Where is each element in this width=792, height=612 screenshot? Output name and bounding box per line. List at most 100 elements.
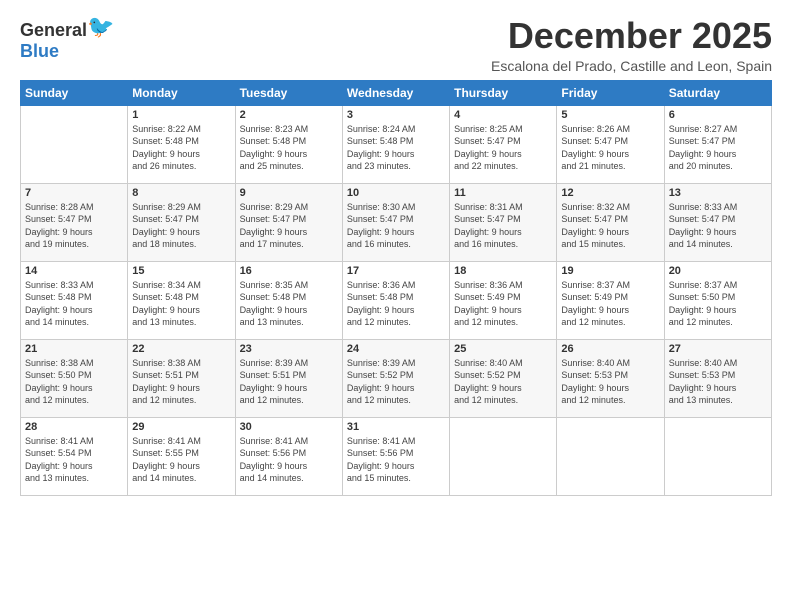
day-info: Sunrise: 8:41 AM Sunset: 5:56 PM Dayligh… (240, 435, 338, 485)
day-number: 28 (25, 421, 123, 433)
day-info: Sunrise: 8:33 AM Sunset: 5:47 PM Dayligh… (669, 201, 767, 251)
day-info: Sunrise: 8:39 AM Sunset: 5:51 PM Dayligh… (240, 357, 338, 407)
day-info: Sunrise: 8:24 AM Sunset: 5:48 PM Dayligh… (347, 123, 445, 173)
table-row: 12Sunrise: 8:32 AM Sunset: 5:47 PM Dayli… (557, 183, 664, 261)
table-row: 14 Sunrise: 8:33 AM Sunset: 5:48 PM Dayli… (21, 261, 128, 339)
table-row: 3 Sunrise: 8:24 AM Sunset: 5:48 PM Daylig… (342, 105, 449, 183)
day-info: Sunrise: 8:26 AM Sunset: 5:47 PM Dayligh… (561, 123, 659, 173)
day-info: Sunrise: 8:34 AM Sunset: 5:48 PM Dayligh… (132, 279, 230, 329)
table-row: 10 Sunrise: 8:30 AM Sunset: 5:47 PM Dayli… (342, 183, 449, 261)
day-number: 30 (240, 421, 338, 433)
day-number: 5 (561, 109, 659, 121)
day-number: 24 (347, 343, 445, 355)
day-info: Sunrise: 8:28 AM Sunset: 5:47 PM Dayligh… (25, 201, 123, 251)
table-row: 5 Sunrise: 8:26 AM Sunset: 5:47 PM Daylig… (557, 105, 664, 183)
table-row: 9 Sunrise: 8:29 AM Sunset: 5:47 PM Daylig… (235, 183, 342, 261)
day-info: Sunrise: 8:36 AM Sunset: 5:49 PM Dayligh… (454, 279, 552, 329)
day-info: Sunrise: 8:35 AM Sunset: 5:48 PM Dayligh… (240, 279, 338, 329)
day-info: Sunrise: 8:40 AM Sunset: 5:53 PM Dayligh… (561, 357, 659, 407)
day-info: Sunrise: 8:36 AM Sunset: 5:48 PM Dayligh… (347, 279, 445, 329)
day-number: 3 (347, 109, 445, 121)
day-number: 14 (25, 265, 123, 277)
day-info: Sunrise: 8:40 AM Sunset: 5:52 PM Dayligh… (454, 357, 552, 407)
day-info: Sunrise: 8:30 AM Sunset: 5:47 PM Dayligh… (347, 201, 445, 251)
table-row: 11 Sunrise: 8:31 AM Sunset: 5:47 PM Dayli… (450, 183, 557, 261)
day-number: 6 (669, 109, 767, 121)
table-row: 22Sunrise: 8:38 AM Sunset: 5:51 PM Dayli… (128, 339, 235, 417)
day-info: Sunrise: 8:29 AM Sunset: 5:47 PM Dayligh… (132, 201, 230, 251)
calendar-week-row: 7 Sunrise: 8:28 AM Sunset: 5:47 PM Daylig… (21, 183, 772, 261)
table-row (664, 417, 771, 495)
day-number: 29 (132, 421, 230, 433)
day-info: Sunrise: 8:33 AM Sunset: 5:48 PM Dayligh… (25, 279, 123, 329)
table-row (21, 105, 128, 183)
calendar-week-row: 1 Sunrise: 8:22 AM Sunset: 5:48 PM Daylig… (21, 105, 772, 183)
table-row: 31 Sunrise: 8:41 AM Sunset: 5:56 PM Dayli… (342, 417, 449, 495)
day-number: 19 (561, 265, 659, 277)
col-saturday: Saturday (664, 80, 771, 105)
day-number: 11 (454, 187, 552, 199)
day-info: Sunrise: 8:23 AM Sunset: 5:48 PM Dayligh… (240, 123, 338, 173)
day-number: 15 (132, 265, 230, 277)
day-number: 21 (25, 343, 123, 355)
table-row: 15 Sunrise: 8:34 AM Sunset: 5:48 PM Dayli… (128, 261, 235, 339)
table-row: 8 Sunrise: 8:29 AM Sunset: 5:47 PM Daylig… (128, 183, 235, 261)
day-number: 22 (132, 343, 230, 355)
day-info: Sunrise: 8:41 AM Sunset: 5:56 PM Dayligh… (347, 435, 445, 485)
day-number: 26 (561, 343, 659, 355)
table-row: 21 Sunrise: 8:38 AM Sunset: 5:50 PM Dayli… (21, 339, 128, 417)
table-row: 6 Sunrise: 8:27 AM Sunset: 5:47 PM Daylig… (664, 105, 771, 183)
day-number: 4 (454, 109, 552, 121)
day-number: 7 (25, 187, 123, 199)
calendar-page: General🐦 Blue December 2025 Escalona del… (0, 0, 792, 612)
logo: General🐦 Blue (20, 16, 114, 62)
table-row: 24 Sunrise: 8:39 AM Sunset: 5:52 PM Dayli… (342, 339, 449, 417)
calendar-week-row: 28 Sunrise: 8:41 AM Sunset: 5:54 PM Dayli… (21, 417, 772, 495)
logo-bird-icon: 🐦 (87, 14, 114, 39)
day-info: Sunrise: 8:41 AM Sunset: 5:55 PM Dayligh… (132, 435, 230, 485)
table-row: 20 Sunrise: 8:37 AM Sunset: 5:50 PM Dayli… (664, 261, 771, 339)
day-info: Sunrise: 8:22 AM Sunset: 5:48 PM Dayligh… (132, 123, 230, 173)
table-row: 4Sunrise: 8:25 AM Sunset: 5:47 PM Daylig… (450, 105, 557, 183)
day-number: 10 (347, 187, 445, 199)
day-info: Sunrise: 8:37 AM Sunset: 5:49 PM Dayligh… (561, 279, 659, 329)
day-number: 31 (347, 421, 445, 433)
day-number: 13 (669, 187, 767, 199)
col-wednesday: Wednesday (342, 80, 449, 105)
month-title: December 2025 (491, 16, 772, 56)
day-number: 20 (669, 265, 767, 277)
title-area: December 2025 Escalona del Prado, Castil… (491, 16, 772, 74)
day-info: Sunrise: 8:41 AM Sunset: 5:54 PM Dayligh… (25, 435, 123, 485)
table-row: 27Sunrise: 8:40 AM Sunset: 5:53 PM Dayli… (664, 339, 771, 417)
day-number: 12 (561, 187, 659, 199)
day-info: Sunrise: 8:27 AM Sunset: 5:47 PM Dayligh… (669, 123, 767, 173)
day-number: 17 (347, 265, 445, 277)
logo-blue-text: Blue (20, 42, 59, 62)
day-info: Sunrise: 8:39 AM Sunset: 5:52 PM Dayligh… (347, 357, 445, 407)
day-number: 25 (454, 343, 552, 355)
table-row: 1 Sunrise: 8:22 AM Sunset: 5:48 PM Daylig… (128, 105, 235, 183)
table-row: 17 Sunrise: 8:36 AM Sunset: 5:48 PM Dayli… (342, 261, 449, 339)
day-info: Sunrise: 8:31 AM Sunset: 5:47 PM Dayligh… (454, 201, 552, 251)
day-info: Sunrise: 8:29 AM Sunset: 5:47 PM Dayligh… (240, 201, 338, 251)
location-subtitle: Escalona del Prado, Castille and Leon, S… (491, 58, 772, 74)
day-number: 2 (240, 109, 338, 121)
table-row: 13 Sunrise: 8:33 AM Sunset: 5:47 PM Dayli… (664, 183, 771, 261)
table-row (450, 417, 557, 495)
day-number: 9 (240, 187, 338, 199)
day-info: Sunrise: 8:38 AM Sunset: 5:50 PM Dayligh… (25, 357, 123, 407)
table-row: 19 Sunrise: 8:37 AM Sunset: 5:49 PM Dayli… (557, 261, 664, 339)
day-info: Sunrise: 8:37 AM Sunset: 5:50 PM Dayligh… (669, 279, 767, 329)
day-number: 16 (240, 265, 338, 277)
table-row: 2 Sunrise: 8:23 AM Sunset: 5:48 PM Daylig… (235, 105, 342, 183)
calendar-table: Sunday Monday Tuesday Wednesday Thursday… (20, 80, 772, 496)
table-row: 18Sunrise: 8:36 AM Sunset: 5:49 PM Dayli… (450, 261, 557, 339)
day-number: 8 (132, 187, 230, 199)
table-row (557, 417, 664, 495)
table-row: 7 Sunrise: 8:28 AM Sunset: 5:47 PM Daylig… (21, 183, 128, 261)
day-number: 1 (132, 109, 230, 121)
table-row: 26 Sunrise: 8:40 AM Sunset: 5:53 PM Dayli… (557, 339, 664, 417)
col-friday: Friday (557, 80, 664, 105)
col-thursday: Thursday (450, 80, 557, 105)
col-tuesday: Tuesday (235, 80, 342, 105)
